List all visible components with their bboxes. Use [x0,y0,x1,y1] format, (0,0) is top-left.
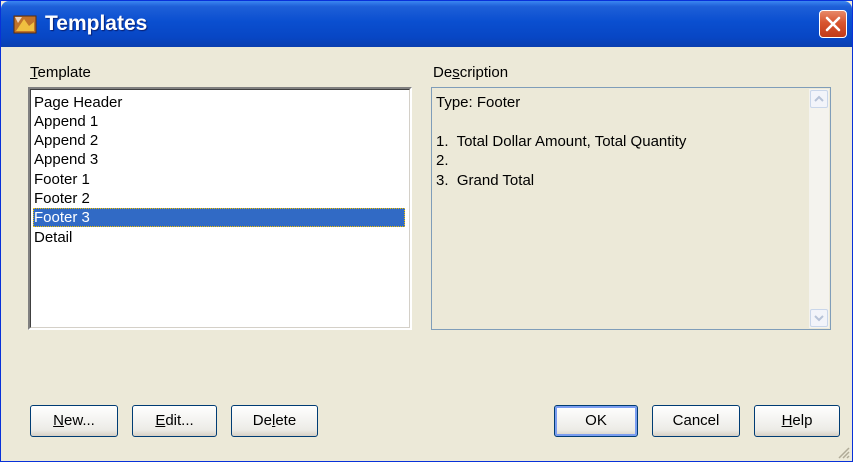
template-listbox[interactable]: Page Header Append 1 Append 2 Append 3 F… [28,87,412,330]
description-textbox[interactable]: Type: Footer 1. Total Dollar Amount, Tot… [431,87,831,330]
title-bar[interactable]: Templates [1,1,852,47]
template-label: Template [30,64,91,81]
scroll-down-button[interactable] [810,309,828,327]
list-item[interactable]: Append 1 [33,112,405,131]
delete-button[interactable]: Delete [231,405,318,437]
description-line: 2. [436,152,449,169]
edit-button[interactable]: Edit... [132,405,217,437]
scroll-up-button[interactable] [810,90,828,108]
description-label: Description [433,64,509,81]
vertical-scrollbar[interactable] [809,89,829,328]
cancel-button[interactable]: Cancel [652,405,740,437]
resize-grip-icon[interactable] [836,445,850,459]
description-line: 1. Total Dollar Amount, Total Quantity [436,133,687,150]
window-title: Templates [45,12,148,35]
list-item-selected[interactable]: Footer 3 [33,208,405,227]
template-listbox-inner: Page Header Append 1 Append 2 Append 3 F… [30,89,410,328]
list-item[interactable]: Append 3 [33,150,405,169]
list-item[interactable]: Footer 1 [33,170,405,189]
app-icon [13,15,37,34]
chevron-up-icon [814,95,824,102]
chevron-down-icon [814,315,824,322]
description-line: Type: Footer [436,94,521,111]
list-item[interactable]: Footer 2 [33,189,405,208]
list-item[interactable]: Page Header [33,93,405,112]
list-item[interactable]: Detail [33,228,405,247]
new-button[interactable]: New... [30,405,118,437]
close-icon [825,16,841,32]
ok-button[interactable]: OK [554,405,638,437]
help-button[interactable]: Help [754,405,840,437]
description-line: 3. Grand Total [436,172,535,189]
templates-dialog: Templates Template Page Header Append 1 … [0,0,853,462]
close-button[interactable] [819,10,847,38]
list-item[interactable]: Append 2 [33,131,405,150]
